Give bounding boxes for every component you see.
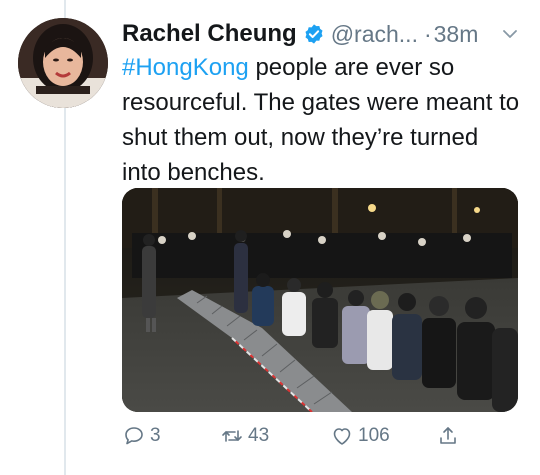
reply-button[interactable]: 3: [122, 424, 161, 448]
display-name[interactable]: Rachel Cheung: [122, 20, 297, 48]
verified-badge-icon: [305, 24, 323, 44]
hashtag-link[interactable]: #HongKong: [122, 54, 249, 81]
share-button[interactable]: [436, 424, 460, 448]
retweet-count: 43: [248, 425, 270, 446]
protest-photo-image: [122, 188, 518, 412]
user-handle[interactable]: @rach...: [331, 21, 418, 48]
avatar[interactable]: [18, 18, 108, 108]
reply-icon: [125, 427, 143, 445]
tweet-header: Rachel Cheung @rach... · 38m: [122, 18, 520, 50]
reply-count: 3: [150, 425, 161, 446]
like-button[interactable]: 106: [330, 424, 390, 448]
timestamp[interactable]: 38m: [434, 21, 479, 48]
like-icon: [333, 428, 351, 445]
separator-dot: ·: [423, 20, 432, 47]
share-icon: [440, 427, 456, 444]
avatar-image: [18, 18, 108, 108]
tweet-photo[interactable]: [122, 188, 518, 412]
tweet-text: #HongKong people are ever so resourceful…: [122, 50, 522, 190]
like-count: 106: [358, 425, 390, 446]
chevron-down-icon[interactable]: [500, 24, 520, 44]
retweet-button[interactable]: 43: [220, 424, 269, 448]
retweet-icon: [222, 430, 242, 442]
tweet-actions: 3 43 106: [122, 424, 522, 450]
